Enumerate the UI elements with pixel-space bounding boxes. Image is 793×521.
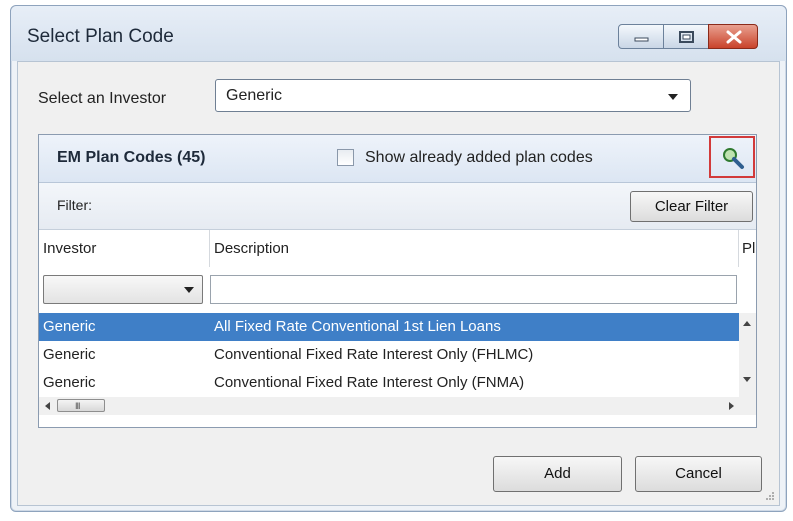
vertical-scrollbar[interactable] [739,313,756,397]
scroll-thumb[interactable]: III [57,399,105,412]
window-title: Select Plan Code [27,26,174,47]
close-icon [726,30,742,44]
maximize-icon [679,31,694,43]
cell-investor: Generic [43,318,96,335]
clear-filter-button[interactable]: Clear Filter [630,191,753,222]
filter-label: Filter: [57,197,92,213]
scroll-left-icon[interactable] [45,402,50,410]
plan-codes-panel: EM Plan Codes (45) Show already added pl… [38,134,757,428]
cell-description: All Fixed Rate Conventional 1st Lien Loa… [214,318,501,335]
minimize-icon [634,37,649,42]
add-button[interactable]: Add [493,456,622,492]
column-header-description[interactable]: Description [210,230,739,267]
panel-header: EM Plan Codes (45) Show already added pl… [39,135,756,183]
filter-bar: Filter: Clear Filter [39,183,756,230]
chevron-down-icon [668,94,678,100]
column-header-plan[interactable]: Pla [739,230,756,267]
investor-select[interactable]: Generic [215,79,691,112]
investor-label: Select an Investor [38,90,167,107]
select-plan-code-dialog: Select Plan Code Select an Investor Gene… [10,5,787,512]
search-button[interactable] [709,136,755,178]
cell-investor: Generic [43,346,96,363]
scroll-up-icon[interactable] [743,321,751,326]
maximize-button[interactable] [663,24,709,49]
table-row[interactable]: Generic All Fixed Rate Conventional 1st … [39,313,739,341]
scroll-right-icon[interactable] [729,402,734,410]
minimize-button[interactable] [618,24,664,49]
horizontal-scrollbar[interactable]: III [39,397,756,415]
chevron-down-icon [184,287,194,293]
title-bar[interactable]: Select Plan Code [11,6,786,61]
description-filter-input[interactable] [210,275,737,304]
table-row[interactable]: Generic Conventional Fixed Rate Interest… [39,341,739,369]
column-header-investor[interactable]: Investor [39,230,210,267]
search-icon [723,148,744,169]
show-added-label[interactable]: Show already added plan codes [365,149,593,167]
scroll-thumb-grip: III [75,401,80,411]
show-added-checkbox[interactable] [337,149,354,166]
scroll-down-icon[interactable] [743,377,751,382]
cancel-button[interactable]: Cancel [635,456,762,492]
table-row[interactable]: Generic Conventional Fixed Rate Interest… [39,369,739,397]
close-button[interactable] [708,24,758,49]
dialog-body: Select an Investor Generic EM Plan Codes… [17,61,780,506]
cell-description: Conventional Fixed Rate Interest Only (F… [214,346,534,363]
investor-filter-select[interactable] [43,275,203,304]
cell-investor: Generic [43,374,96,391]
panel-title: EM Plan Codes (45) [57,149,206,166]
cell-description: Conventional Fixed Rate Interest Only (F… [214,374,525,391]
resize-grip-icon[interactable] [765,491,775,501]
investor-select-value: Generic [226,87,283,104]
grid-filter-row [39,267,756,313]
grid-rows: Generic All Fixed Rate Conventional 1st … [39,313,739,397]
